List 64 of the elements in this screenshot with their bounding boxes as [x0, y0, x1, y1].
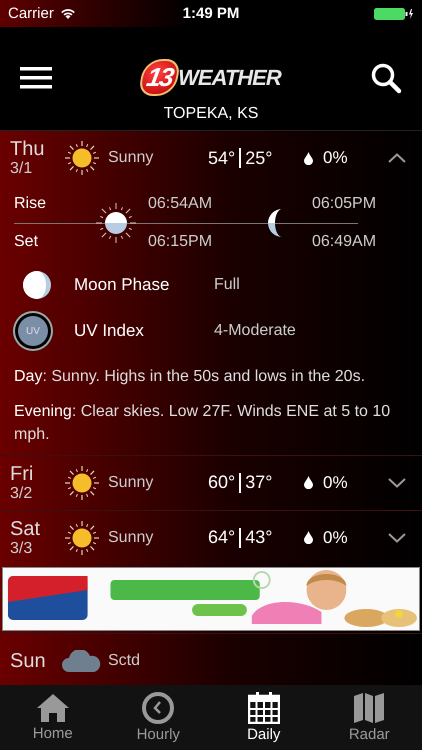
tab[interactable]: Home: [0, 685, 106, 750]
tab[interactable]: Radar: [316, 685, 422, 750]
location-name: TOPEKA, KS: [164, 105, 258, 123]
raindrop-icon: [304, 152, 313, 164]
tab[interactable]: Daily: [211, 685, 316, 750]
day-row[interactable]: Sat 3/3 Sunny 64° 43° 0%: [0, 510, 422, 565]
menu-button[interactable]: [20, 66, 52, 90]
forecast-text: Evening: Clear skies. Low 27F. Winds ENE at 5 to 10 mph.: [14, 402, 392, 446]
day-name: Fri: [10, 462, 34, 485]
day-date: 3/3: [10, 540, 34, 558]
condition-text: Sctd: [108, 652, 142, 670]
high-temp: 54°: [208, 148, 236, 168]
day-row[interactable]: Thu 3/1 Sunny 54° 25° 0%: [0, 131, 422, 185]
map-icon: [353, 692, 386, 724]
calendar-icon: [248, 692, 280, 724]
condition-text: Sunny: [108, 474, 154, 492]
precip-chance: 0%: [323, 528, 349, 548]
crescent-moon-icon: [268, 209, 282, 237]
wifi-icon: [60, 8, 76, 20]
forecast-text: Day: Sunny. Highs in the 50s and lows in the 20s.: [14, 367, 366, 387]
sunset-time: 06:15PM: [148, 233, 214, 251]
carrier-name: Carrier: [8, 5, 54, 22]
raindrop-icon: [304, 531, 313, 544]
tab[interactable]: Hourly: [106, 685, 211, 750]
chevron-up-icon: [388, 153, 406, 163]
uv-index-icon: UV: [18, 316, 48, 346]
rise-label: Rise: [14, 195, 48, 213]
status-time: 1:49 PM: [182, 5, 240, 22]
day-date: 3/2: [10, 484, 34, 502]
day-row[interactable]: Fri 3/2 Sunny 60° 37° 0%: [0, 456, 422, 510]
day-name: Thu: [10, 138, 46, 160]
high-temp: 60°: [208, 472, 236, 494]
battery-icon: [374, 8, 414, 20]
chevron-down-icon: [388, 478, 406, 488]
day-row[interactable]: Sun Sctd: [0, 634, 422, 685]
sun-icon: [62, 138, 102, 178]
day-date: 3/1: [10, 160, 34, 178]
moonrise-time: 06:05PM: [312, 195, 378, 213]
moon-phase-icon: [22, 270, 52, 300]
low-temp: 37°: [245, 472, 272, 494]
raindrop-icon: [304, 476, 313, 490]
set-label: Set: [14, 233, 40, 251]
precip-chance: 0%: [323, 472, 349, 493]
chevron-down-icon: [388, 532, 406, 543]
day-name: Sun: [10, 650, 47, 672]
home-icon: [36, 693, 70, 723]
station-logo: 13 WEATHER: [141, 59, 281, 96]
day-name: Sat: [10, 518, 42, 540]
moon-phase-label: Moon Phase: [74, 275, 170, 295]
search-button[interactable]: [370, 62, 402, 94]
uv-index-value: 4-Moderate: [214, 322, 296, 340]
moon-phase-value: Full: [214, 276, 240, 294]
condition-text: Sunny: [108, 528, 154, 547]
sunrise-sun-icon: [94, 201, 138, 245]
precip-chance: 0%: [323, 148, 349, 168]
clock-icon: [142, 692, 174, 724]
uv-index-label: UV Index: [74, 321, 145, 341]
high-temp: 64°: [208, 527, 236, 548]
condition-text: Sunny: [108, 149, 154, 167]
low-temp: 25°: [245, 148, 272, 168]
low-temp: 43°: [245, 527, 272, 548]
sunrise-time: 06:54AM: [148, 195, 214, 213]
moonset-time: 06:49AM: [312, 233, 378, 251]
cloud-icon: [62, 650, 102, 672]
